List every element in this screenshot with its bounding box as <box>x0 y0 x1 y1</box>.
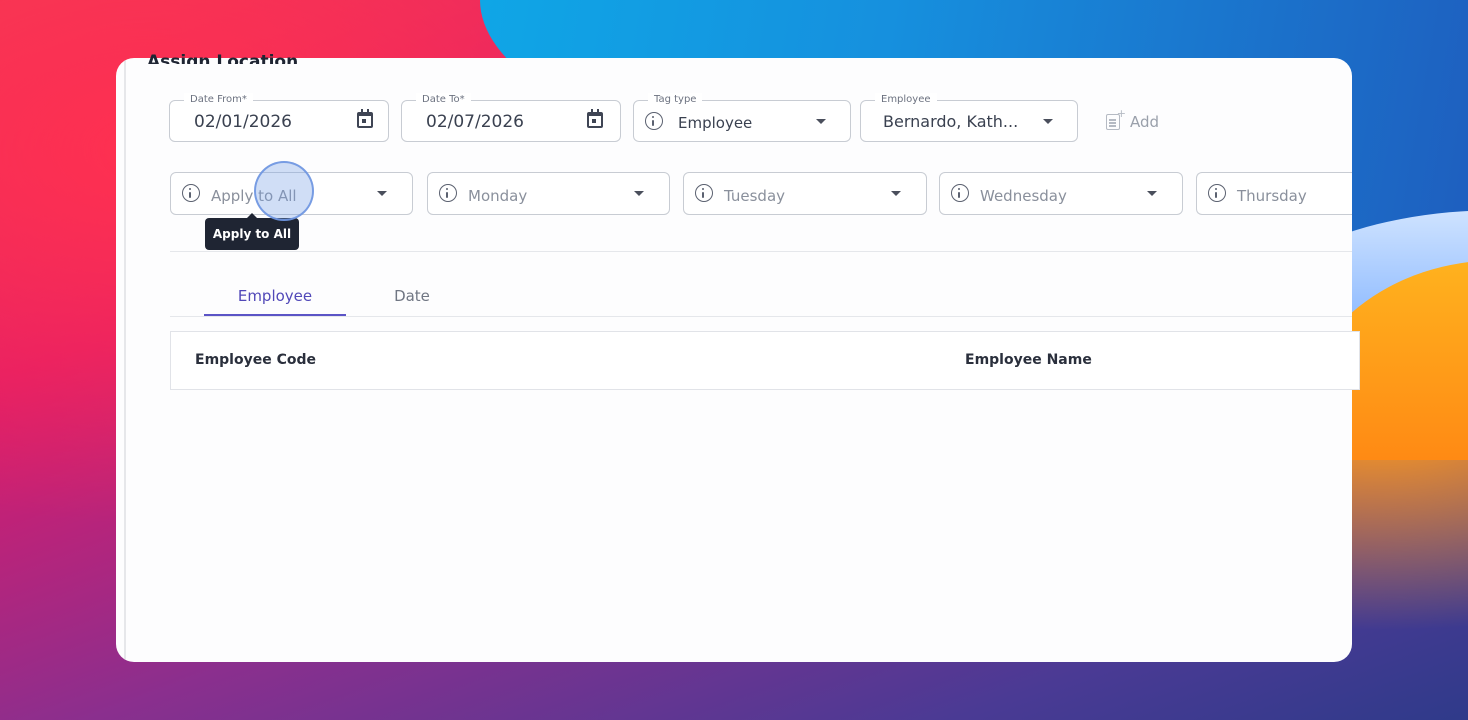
tabs-underline <box>170 316 1352 317</box>
apply-to-all-tooltip: Apply to All <box>205 213 299 250</box>
chevron-down-icon <box>1147 191 1157 196</box>
info-icon <box>182 184 200 202</box>
tab-date[interactable]: Date <box>346 276 478 316</box>
chevron-down-icon <box>634 191 644 196</box>
click-indicator <box>254 161 314 221</box>
date-to-label: Date To* <box>416 93 471 107</box>
page-title: Assign Location <box>147 52 299 64</box>
column-header-employee-name[interactable]: Employee Name <box>965 352 1092 368</box>
table-header: Employee Code Employee Name <box>170 331 1360 390</box>
tuesday-placeholder: Tuesday <box>724 187 786 205</box>
tag-type-value: Employee <box>678 114 753 132</box>
thursday-placeholder: Thursday <box>1237 187 1307 205</box>
add-button[interactable]: Add <box>1106 107 1160 136</box>
active-tab-indicator <box>204 314 346 316</box>
add-button-label: Add <box>1130 113 1160 131</box>
info-icon <box>645 112 663 130</box>
section-divider <box>170 251 1352 252</box>
panel-left-border <box>124 58 126 662</box>
tab-employee[interactable]: Employee <box>204 276 346 316</box>
chevron-down-icon <box>1043 119 1053 124</box>
add-note-icon <box>1106 107 1126 130</box>
thursday-select[interactable]: Thursday <box>1196 172 1352 215</box>
monday-select[interactable]: Monday <box>427 172 670 215</box>
calendar-icon[interactable] <box>357 109 373 128</box>
info-icon <box>695 184 713 202</box>
chevron-down-icon <box>377 191 387 196</box>
tuesday-select[interactable]: Tuesday <box>683 172 927 215</box>
monday-placeholder: Monday <box>468 187 528 205</box>
date-to-field[interactable]: Date To* 02/07/2026 <box>401 93 621 142</box>
date-from-field[interactable]: Date From* 02/01/2026 <box>169 93 389 142</box>
column-header-employee-code[interactable]: Employee Code <box>195 352 316 368</box>
info-icon <box>1208 184 1226 202</box>
chevron-down-icon <box>816 119 826 124</box>
date-to-value: 02/07/2026 <box>426 112 524 132</box>
employee-label: Employee <box>875 93 937 107</box>
date-from-label: Date From* <box>184 93 253 107</box>
wednesday-placeholder: Wednesday <box>980 187 1067 205</box>
employee-value: Bernardo, Kath... <box>883 112 1019 131</box>
info-icon <box>439 184 457 202</box>
tag-type-select[interactable]: Tag type Employee <box>633 93 851 142</box>
calendar-icon[interactable] <box>587 109 603 128</box>
tag-type-label: Tag type <box>648 93 703 107</box>
employee-select[interactable]: Employee Bernardo, Kath... <box>860 93 1078 142</box>
info-icon <box>951 184 969 202</box>
date-from-value: 02/01/2026 <box>194 112 292 132</box>
wednesday-select[interactable]: Wednesday <box>939 172 1183 215</box>
chevron-down-icon <box>891 191 901 196</box>
